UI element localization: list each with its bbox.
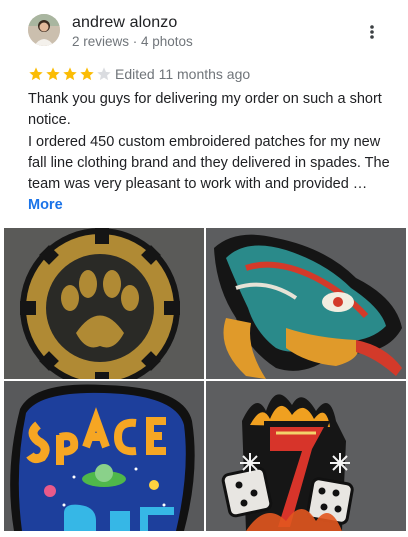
star-rating	[28, 66, 112, 82]
avatar[interactable]	[28, 14, 60, 46]
photo-space-out-patch[interactable]	[4, 381, 204, 531]
star-empty-icon	[97, 67, 111, 81]
photo-lucky-seven-dice-patch[interactable]	[206, 381, 406, 531]
review-text: Thank you guys for delivering my order o…	[28, 89, 390, 217]
author-name[interactable]: andrew alonzo	[72, 14, 177, 32]
star-filled-icon	[80, 67, 94, 81]
review-text-paragraph-2: I ordered 450 custom embroidered patches…	[28, 133, 390, 193]
review-card: andrew alonzo 2 reviews · 4 photos Edite…	[0, 0, 408, 228]
review-text-paragraph-1: Thank you guys for delivering my order o…	[28, 91, 382, 129]
avatar-image	[28, 14, 60, 46]
more-link[interactable]: More	[28, 197, 63, 213]
more-vert-icon[interactable]	[362, 20, 382, 44]
photo-bear-paw-patch[interactable]	[4, 228, 204, 379]
photo-serpent-patch[interactable]	[206, 228, 406, 379]
star-filled-icon	[63, 67, 77, 81]
photo-gallery	[0, 228, 408, 537]
author-meta[interactable]: 2 reviews · 4 photos	[72, 34, 193, 49]
star-filled-icon	[29, 67, 43, 81]
edited-label: Edited 11 months ago	[115, 66, 251, 82]
star-filled-icon	[46, 67, 60, 81]
